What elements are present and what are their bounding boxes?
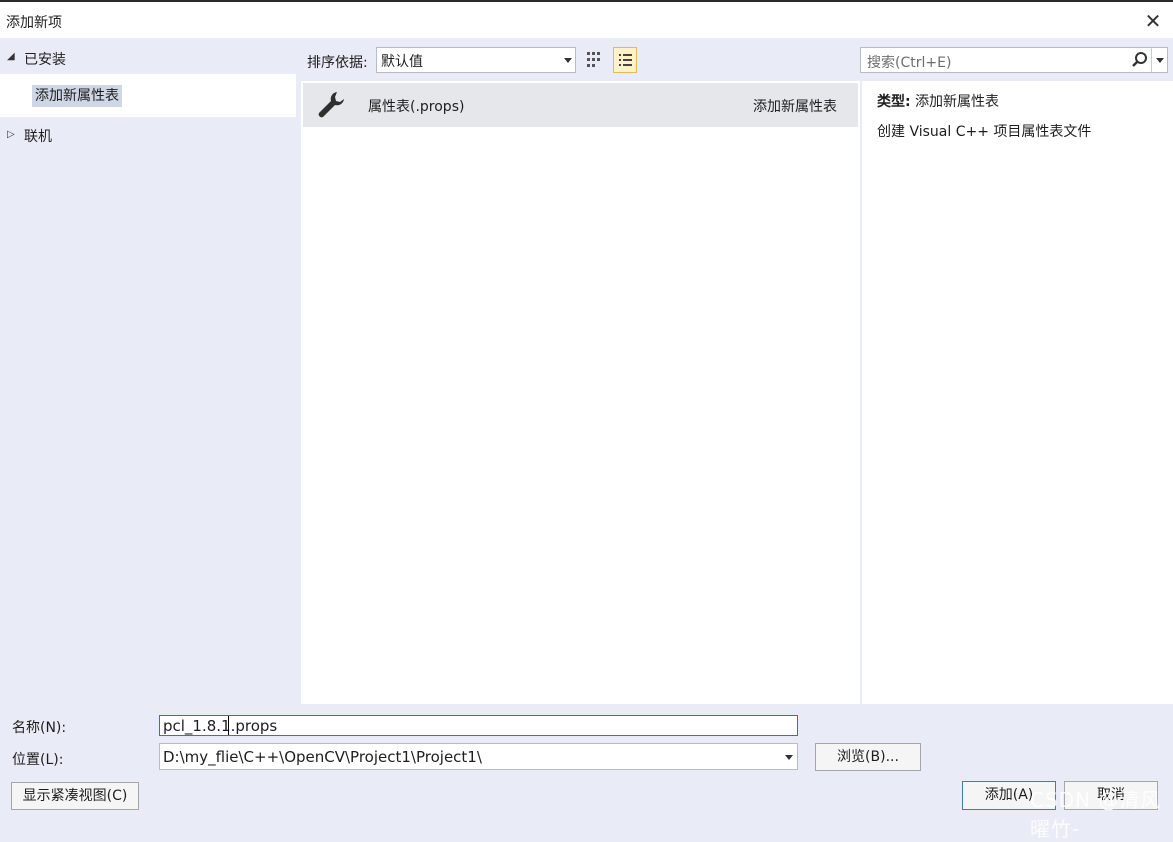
details-pane <box>862 81 1173 704</box>
location-combobox[interactable]: D:\my_flie\C++\OpenCV\Project1\Project1\ <box>159 743 798 770</box>
expanded-arrow-icon[interactable]: ◢ <box>7 51 15 62</box>
grid-view-icon <box>587 52 600 67</box>
details-type-label: 类型: <box>877 94 911 110</box>
search-options-chevron-icon[interactable] <box>1156 58 1164 63</box>
details-description: 创建 Visual C++ 项目属性表文件 <box>877 124 1092 140</box>
sort-dropdown[interactable]: 默认值 <box>376 47 576 73</box>
name-field-value: pcl_1.8.1.props <box>163 717 278 735</box>
list-view-icon <box>619 54 632 66</box>
template-list-item[interactable]: 属性表(.props) 添加新属性表 <box>303 83 858 127</box>
tree-node-online-label: 联机 <box>24 129 52 145</box>
list-view-button[interactable] <box>613 47 637 73</box>
details-type: 类型: 添加新属性表 <box>877 91 999 111</box>
location-value: D:\my_flie\C++\OpenCV\Project1\Project1\ <box>163 748 482 766</box>
tree-node-installed-label: 已安装 <box>24 52 66 68</box>
template-category: 添加新属性表 <box>753 99 837 115</box>
compact-view-button[interactable]: 显示紧凑视图(C) <box>11 782 139 810</box>
location-label: 位置(L): <box>12 752 64 768</box>
details-type-value: 添加新属性表 <box>915 94 1000 110</box>
template-list <box>301 81 860 704</box>
search-input[interactable]: 搜索(Ctrl+E) <box>860 47 1168 73</box>
grid-view-button[interactable] <box>584 47 608 73</box>
text-caret <box>228 716 229 735</box>
name-label: 名称(N): <box>12 720 67 736</box>
template-name: 属性表(.props) <box>368 99 465 115</box>
sort-dropdown-value: 默认值 <box>381 54 423 70</box>
wrench-icon <box>318 92 344 118</box>
watermark: CSDN @清风曜竹- <box>1030 788 1162 841</box>
search-placeholder: 搜索(Ctrl+E) <box>867 55 952 71</box>
name-field[interactable]: pcl_1.8.1.props <box>159 715 798 736</box>
title-bar: 添加新项 ✕ <box>0 2 1173 38</box>
collapsed-arrow-icon[interactable]: ▷ <box>7 129 15 140</box>
location-chevron-down-icon[interactable] <box>785 755 793 760</box>
tree-node-online[interactable]: ▷ 联机 <box>0 122 296 148</box>
tree-node-add-property-sheet[interactable]: 添加新属性表 <box>32 85 122 107</box>
chevron-down-icon <box>564 58 572 63</box>
close-icon[interactable]: ✕ <box>1140 6 1166 36</box>
tree-node-installed[interactable]: ◢ 已安装 <box>0 44 296 70</box>
search-divider <box>1151 48 1152 72</box>
browse-button[interactable]: 浏览(B)... <box>815 743 921 771</box>
sort-label: 排序依据: <box>307 55 368 71</box>
window-title: 添加新项 <box>6 15 62 31</box>
search-icon[interactable] <box>1131 51 1149 69</box>
